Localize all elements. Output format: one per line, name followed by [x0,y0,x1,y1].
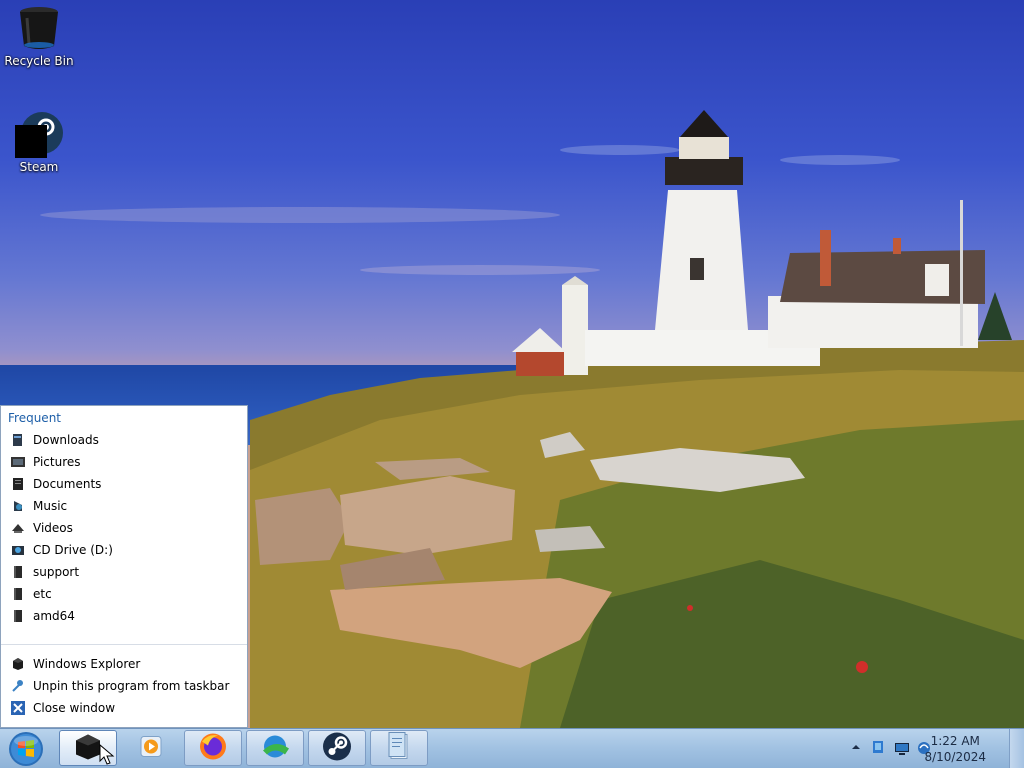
desktop-icon-recycle-bin[interactable]: Recycle Bin [1,4,77,68]
cd-drive-icon [11,543,25,557]
media-player-icon [139,735,163,762]
taskbar-button-notepad[interactable] [370,730,428,766]
jump-list-item-downloads[interactable]: Downloads [1,429,247,451]
folder-icon [11,565,25,579]
taskbar-jump-list: Frequent Downloads Pictures Documents Mu… [0,405,248,728]
jump-list-item-label: Videos [33,521,73,535]
taskbar-clock[interactable]: 1:22 AM 8/10/2024 [924,733,986,765]
notepad-icon [386,732,412,765]
folder-icon [11,587,25,601]
jump-list-frequent-section: Downloads Pictures Documents Music Video… [1,429,247,627]
taskbar-button-media-player[interactable] [122,730,180,766]
network-icon[interactable] [870,740,886,756]
taskbar: 1:22 AM 8/10/2024 [0,728,1024,768]
start-button[interactable] [5,730,45,768]
jump-list-task-label: Close window [33,701,116,715]
mouse-cursor-icon [99,743,115,765]
unpin-icon [11,679,25,693]
jump-list-item-etc[interactable]: etc [1,583,247,605]
jump-list-task-windows-explorer[interactable]: Windows Explorer [1,653,247,675]
jump-list-item-label: Downloads [33,433,99,447]
taskbar-button-explorer[interactable] [59,730,117,766]
jump-list-tasks-section: Windows Explorer Unpin this program from… [1,653,247,719]
jump-list-item-label: Pictures [33,455,81,469]
close-icon [11,701,25,715]
jump-list-item-support[interactable]: support [1,561,247,583]
jump-list-item-documents[interactable]: Documents [1,473,247,495]
taskbar-button-steam[interactable] [308,730,366,766]
documents-folder-icon [11,477,25,491]
chevron-up-icon [852,745,860,749]
windows-orb-icon [9,732,43,766]
jump-list-item-videos[interactable]: Videos [1,517,247,539]
videos-folder-icon [11,521,25,535]
jump-list-task-label: Unpin this program from taskbar [33,679,230,693]
jump-list-item-label: CD Drive (D:) [33,543,113,557]
jump-list-item-label: Documents [33,477,102,491]
download-manager-icon [259,733,291,764]
taskbar-button-download-manager[interactable] [246,730,304,766]
jump-list-task-unpin[interactable]: Unpin this program from taskbar [1,675,247,697]
jump-list-item-label: Music [33,499,68,513]
music-folder-icon [11,499,25,513]
pictures-folder-icon [11,455,25,469]
jump-list-task-close-window[interactable]: Close window [1,697,247,719]
jump-list-item-label: amd64 [33,609,75,623]
desktop-icon-steam[interactable]: Steam [1,110,77,174]
clock-date: 8/10/2024 [924,750,986,764]
recycle-bin-label: Recycle Bin [4,54,74,68]
taskbar-button-firefox[interactable] [184,730,242,766]
explorer-icon [11,657,25,671]
jump-list-item-music[interactable]: Music [1,495,247,517]
clock-time: 1:22 AM [930,734,980,748]
jump-list-item-cd-drive[interactable]: CD Drive (D:) [1,539,247,561]
show-desktop-button[interactable] [1009,729,1024,768]
downloads-folder-icon [11,433,25,447]
steam-icon [15,110,63,158]
firefox-icon [198,732,228,765]
steam-icon [322,732,352,765]
jump-list-separator [1,644,247,645]
show-hidden-icons-button[interactable] [850,740,862,754]
recycle-bin-icon [15,4,63,52]
jump-list-item-label: support [33,565,80,579]
jump-list-item-label: etc [33,587,52,601]
jump-list-task-label: Windows Explorer [33,657,141,671]
jump-list-item-amd64[interactable]: amd64 [1,605,247,627]
jump-list-item-pictures[interactable]: Pictures [1,451,247,473]
steam-label: Steam [19,160,59,174]
folder-icon [11,609,25,623]
display-icon[interactable] [894,740,910,756]
system-tray: 1:22 AM 8/10/2024 [834,729,1024,769]
jump-list-frequent-header: Frequent [8,411,61,425]
